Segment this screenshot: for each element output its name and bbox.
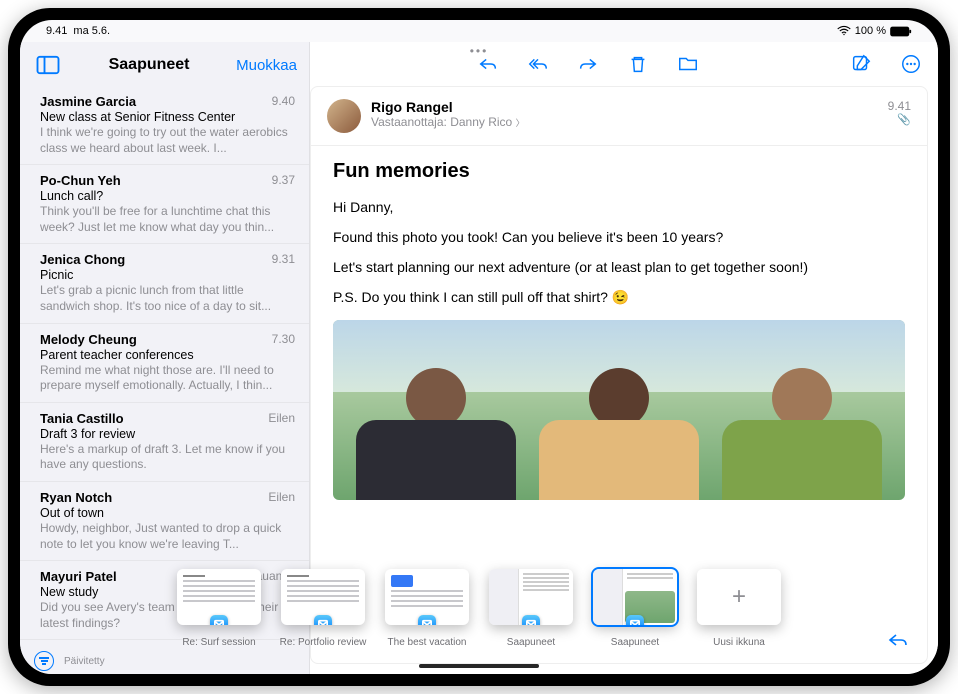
preview: Think you'll be free for a lunchtime cha… [40,204,295,235]
list-item[interactable]: Tania Castillo Eilen Draft 3 for review H… [20,403,309,482]
battery-icon [890,26,912,37]
from-name[interactable]: Rigo Rangel [371,99,878,115]
shelf-label: Re: Portfolio review [280,637,367,648]
shelf-label: Re: Surf session [182,637,255,648]
device-frame: 9.41 ma 5.6. 100 % ••• [8,8,950,686]
shelf-label: Saapuneet [507,637,555,648]
multitask-dots-icon[interactable]: ••• [470,44,489,58]
preview: Remind me what night those are. I'll nee… [40,363,295,394]
battery-percent: 100 % [855,25,886,37]
list-item[interactable]: Po-Chun Yeh 9.37 Lunch call? Think you'll… [20,165,309,244]
subject: Out of town [40,506,295,520]
sender: Melody Cheung [40,332,137,347]
time: Eilen [268,411,295,426]
sender: Tania Castillo [40,411,124,426]
subject: Picnic [40,268,295,282]
shelf-window[interactable]: Re: Surf session [176,569,262,648]
preview: I think we're going to try out the water… [40,125,295,156]
avatar[interactable] [327,99,361,133]
toolbar [310,42,938,86]
trash-button[interactable] [627,53,649,75]
time: 7.30 [272,332,295,347]
body-line: P.S. Do you think I can still pull off t… [333,289,905,306]
sidebar-toggle-button[interactable] [34,51,62,79]
chevron-right-icon: 〉 [516,118,525,128]
forward-button[interactable] [577,53,599,75]
status-time: 9.41 [46,25,67,37]
to-line[interactable]: Vastaanottaja: Danny Rico 〉 [371,115,878,129]
sender: Jasmine Garcia [40,94,136,109]
mail-app-icon [418,615,436,625]
shelf-window[interactable]: The best vacation [384,569,470,648]
preview: Let's grab a picnic lunch from that litt… [40,283,295,314]
reply-all-button[interactable] [527,53,549,75]
mail-app-icon [314,615,332,625]
body-line: Hi Danny, [333,199,905,215]
filter-button[interactable] [34,651,54,671]
body-line: Let's start planning our next adventure … [333,259,905,275]
attachment-icon: 📎 [888,113,911,126]
time: 9.40 [272,94,295,109]
app-shelf: Re: Surf session Re: Portfolio review Th… [166,563,792,654]
shelf-window-current[interactable]: Saapuneet [592,569,678,648]
plus-icon: + [697,569,781,625]
mail-body[interactable]: Fun memories Hi Danny, Found this photo … [311,146,927,514]
time: Eilen [268,490,295,505]
sender: Jenica Chong [40,252,125,267]
mail-subject: Fun memories [333,160,905,183]
shelf-window[interactable]: Re: Portfolio review [280,569,366,648]
sidebar-title: Saapuneet [62,56,236,74]
list-item[interactable]: Jasmine Garcia 9.40 New class at Senior F… [20,86,309,165]
mail-app-icon [626,615,644,625]
reply-fab-button[interactable] [886,628,910,652]
mail-header: Rigo Rangel Vastaanottaja: Danny Rico 〉 … [311,87,927,146]
time: 9.37 [272,173,295,188]
shelf-label: Uusi ikkuna [713,637,765,648]
edit-button[interactable]: Muokkaa [236,57,297,74]
move-folder-button[interactable] [677,53,699,75]
sender: Ryan Notch [40,490,112,505]
subject: New class at Senior Fitness Center [40,110,295,124]
preview: Here's a markup of draft 3. Let me know … [40,442,295,473]
subject: Lunch call? [40,189,295,203]
sender: Po-Chun Yeh [40,173,121,188]
mail-app-icon [522,615,540,625]
screen: 9.41 ma 5.6. 100 % ••• [20,20,938,674]
more-button[interactable] [900,53,922,75]
mail-time: 9.41 [888,99,911,113]
mail-app-icon [210,615,228,625]
list-item[interactable]: Melody Cheung 7.30 Parent teacher confere… [20,324,309,403]
list-item[interactable]: Ryan Notch Eilen Out of town Howdy, neigh… [20,482,309,561]
shelf-label: The best vacation [388,637,467,648]
shelf-window[interactable]: Saapuneet [488,569,574,648]
shelf-label: Saapuneet [611,637,659,648]
sync-status: Päivitetty [64,656,105,667]
wifi-icon [837,25,851,37]
body-line: Found this photo you took! Can you belie… [333,229,905,245]
time: 9.31 [272,252,295,267]
shelf-new-window[interactable]: + Uusi ikkuna [696,569,782,648]
attached-photo[interactable] [333,320,905,500]
status-date: ma 5.6. [73,25,110,37]
compose-button[interactable] [850,53,872,75]
home-indicator[interactable] [419,664,539,668]
subject: Draft 3 for review [40,427,295,441]
preview: Howdy, neighbor, Just wanted to drop a q… [40,521,295,552]
subject: Parent teacher conferences [40,348,295,362]
sender: Mayuri Patel [40,569,117,584]
list-item[interactable]: Jenica Chong 9.31 Picnic Let's grab a pic… [20,244,309,323]
status-bar: 9.41 ma 5.6. 100 % [20,20,938,42]
